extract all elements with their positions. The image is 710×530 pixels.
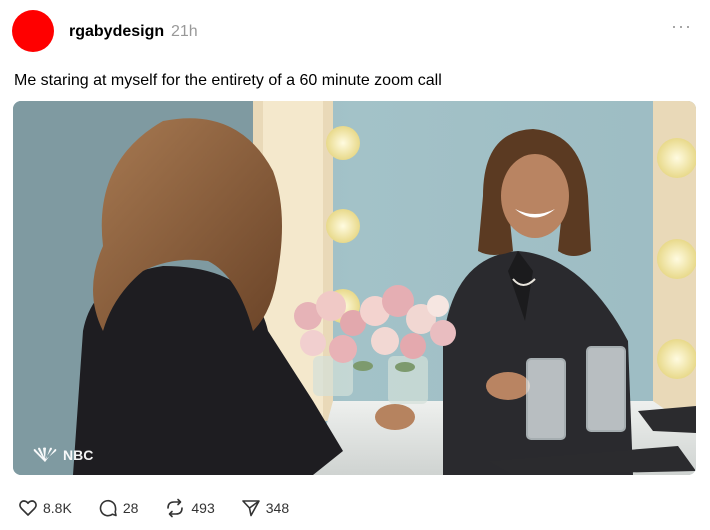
avatar[interactable] [12, 10, 54, 52]
send-icon [241, 500, 260, 517]
repost-button[interactable]: 493 [164, 498, 215, 518]
post-image[interactable] [13, 101, 696, 475]
comment-button[interactable]: 28 [98, 498, 139, 518]
comment-count: 28 [122, 500, 139, 516]
nbc-peacock-icon [33, 447, 57, 462]
timestamp: 21h [171, 23, 198, 40]
nbc-label: NBC [63, 447, 94, 463]
comment-icon [99, 499, 117, 517]
action-bar: 8.8K 28 493 348 [18, 493, 315, 523]
post-header: rgabydesign 21h ··· [0, 0, 710, 64]
repost-count: 493 [191, 500, 215, 516]
post-caption: Me staring at myself for the entirety of… [14, 72, 442, 89]
repost-icon [167, 498, 184, 518]
nbc-watermark: NBC [30, 447, 93, 463]
like-button[interactable]: 8.8K [18, 498, 72, 518]
like-count: 8.8K [43, 500, 72, 516]
share-button[interactable]: 348 [241, 498, 289, 518]
heart-icon [19, 500, 37, 516]
more-options-button[interactable]: ··· [671, 16, 692, 37]
share-count: 348 [265, 500, 290, 516]
username[interactable]: rgabydesign [69, 23, 164, 41]
